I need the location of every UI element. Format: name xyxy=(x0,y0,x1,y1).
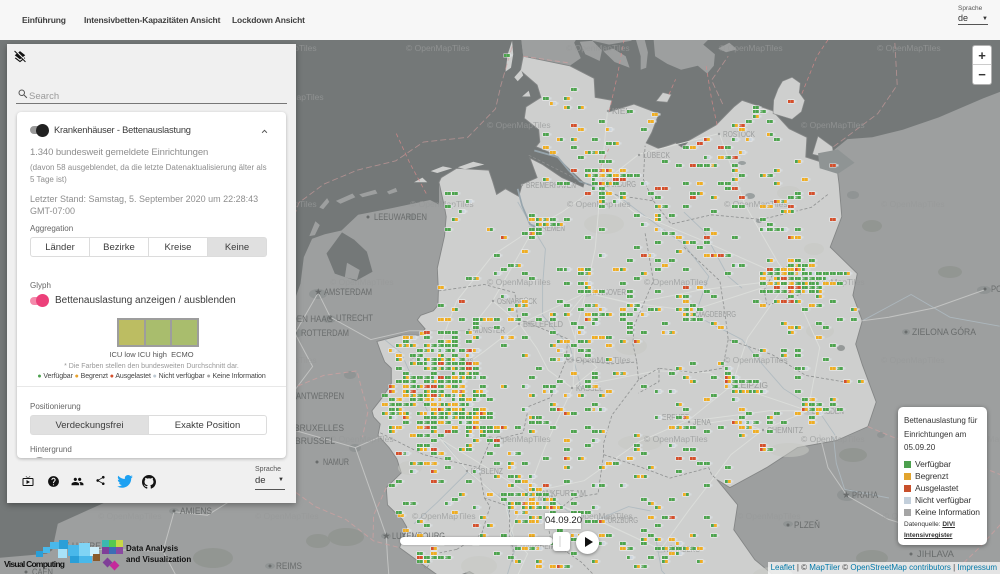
svg-text:★: ★ xyxy=(314,287,323,298)
svg-text:ANTWERPEN: ANTWERPEN xyxy=(296,391,344,402)
svg-text:© OpenMapTiles: © OpenMapTiles xyxy=(406,43,470,53)
svg-text:POZNAŃ: POZNAŃ xyxy=(991,284,1000,295)
svg-text:AMSTERDAM: AMSTERDAM xyxy=(324,287,372,298)
svg-text:PLZEŇ: PLZEŇ xyxy=(794,520,820,531)
svg-text:ROTTERDAM: ROTTERDAM xyxy=(301,328,349,339)
svg-text:BRUSSEL: BRUSSEL xyxy=(295,436,335,447)
svg-text:© OpenMapTiles: © OpenMapTiles xyxy=(801,120,865,130)
svg-text:and Visualization: and Visualization xyxy=(126,555,191,564)
svg-text:© OpenMapTiles: © OpenMapTiles xyxy=(330,277,394,287)
svg-text:DEN HAAG: DEN HAAG xyxy=(291,314,333,325)
svg-text:Visual Computing: Visual Computing xyxy=(4,559,65,569)
svg-text:© OpenMapTiles: © OpenMapTiles xyxy=(330,434,394,444)
svg-text:© OpenMapTiles: © OpenMapTiles xyxy=(255,511,319,521)
svg-text:JIHLAVA: JIHLAVA xyxy=(917,549,955,560)
svg-text:WÜRZBURG: WÜRZBURG xyxy=(602,515,638,525)
svg-text:LÜBECK: LÜBECK xyxy=(643,150,670,160)
svg-text:© OpenMapTiles: © OpenMapTiles xyxy=(567,355,631,365)
svg-text:© OpenMapTiles: © OpenMapTiles xyxy=(737,511,801,521)
svg-text:AMIENS: AMIENS xyxy=(180,506,212,517)
svg-text:Data Analysis: Data Analysis xyxy=(126,544,179,553)
svg-text:NAMUR: NAMUR xyxy=(323,457,349,468)
svg-text:© OpenMapTiles: © OpenMapTiles xyxy=(877,43,941,53)
svg-text:© OpenMapTiles: © OpenMapTiles xyxy=(487,120,551,130)
svg-text:BRUXELLES: BRUXELLES xyxy=(294,423,344,434)
svg-text:© OpenMapTiles: © OpenMapTiles xyxy=(881,199,945,209)
svg-text:© OpenMapTiles: © OpenMapTiles xyxy=(644,434,708,444)
svg-text:PRAHA: PRAHA xyxy=(852,490,879,501)
svg-text:© OpenMapTiles: © OpenMapTiles xyxy=(719,43,783,53)
svg-text:© OpenMapTiles: © OpenMapTiles xyxy=(410,199,474,209)
svg-text:LEEUWARDEN: LEEUWARDEN xyxy=(374,212,427,223)
svg-text:© OpenMapTiles: © OpenMapTiles xyxy=(801,434,865,444)
svg-text:© OpenMapTiles: © OpenMapTiles xyxy=(487,277,551,287)
svg-text:UTRECHT: UTRECHT xyxy=(336,313,373,324)
svg-text:★: ★ xyxy=(842,490,851,501)
svg-text:ZIELONA GÓRA: ZIELONA GÓRA xyxy=(912,327,977,338)
svg-text:© OpenMapTiles: © OpenMapTiles xyxy=(881,355,945,365)
svg-text:★: ★ xyxy=(382,531,391,542)
svg-text:© OpenMapTiles: © OpenMapTiles xyxy=(98,511,162,521)
svg-text:© OpenMapTiles: © OpenMapTiles xyxy=(566,43,630,53)
